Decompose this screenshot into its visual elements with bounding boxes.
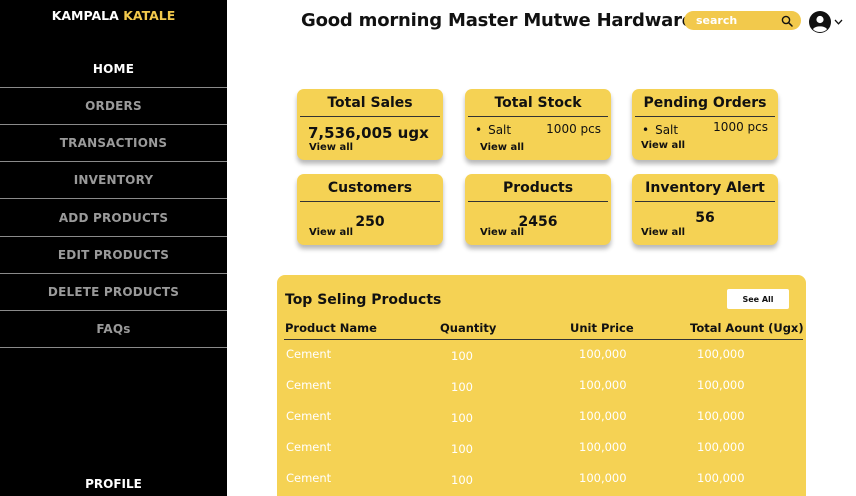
column-header-total-amount: Total Aount (Ugx) [690,321,804,335]
cell-product-name: Cement [286,440,332,454]
view-all-link[interactable]: View all [641,227,685,238]
card-total-stock: Total Stock • Salt 1000 pcs View all [465,89,611,160]
table-header-divider [284,339,803,340]
cell-unit-price: 100,000 [579,409,627,423]
cell-unit-price: 100,000 [579,471,627,485]
sidebar-item-label: INVENTORY [73,173,154,187]
card-divider [468,116,608,117]
card-title: Inventory Alert [645,180,765,196]
user-menu[interactable] [808,10,843,34]
card-item: • Salt [642,123,678,137]
cell-total: 100,000 [697,440,745,454]
card-title: Products [502,180,574,196]
column-header-quantity: Quantity [440,321,497,335]
cell-unit-price: 100,000 [579,347,627,361]
card-item-quantity: 1000 pcs [546,122,601,136]
sidebar-item-label: FAQs [96,322,131,336]
cell-quantity: 100 [451,380,473,394]
see-all-button[interactable]: See All [727,289,789,309]
search-input[interactable] [696,14,768,27]
sidebar-item-transactions[interactable]: TRANSACTIONS [0,125,227,162]
card-divider [300,116,440,117]
card-divider [468,201,608,202]
sidebar-item-label: EDIT PRODUCTS [57,248,170,262]
cell-total: 100,000 [697,471,745,485]
sidebar-item-label: HOME [92,62,135,76]
card-total-sales: Total Sales 7,536,005 ugx View all [297,89,443,160]
cell-total: 100,000 [697,378,745,392]
column-header-product-name: Product Name [285,321,377,335]
sidebar-item-label: ORDERS [85,99,142,113]
top-selling-panel: Top Seling Products See All Product Name… [277,275,806,496]
view-all-link[interactable]: View all [309,227,353,238]
cell-unit-price: 100,000 [579,440,627,454]
column-header-unit-price: Unit Price [570,321,634,335]
card-divider [635,201,775,202]
cell-product-name: Cement [286,409,332,423]
bullet: • [642,123,650,137]
cell-quantity: 100 [451,473,473,487]
sidebar-item-orders[interactable]: ORDERS [0,88,227,125]
user-avatar-icon[interactable] [808,10,832,34]
bullet: • [475,123,483,137]
sidebar-item-label: DELETE PRODUCTS [47,285,180,299]
sidebar-item-label: TRANSACTIONS [59,136,168,150]
sidebar-item-faqs[interactable]: FAQs [0,311,227,348]
sidebar: KAMPALA KATALE HOME ORDERS TRANSACTIONS … [0,0,227,496]
card-title: Total Sales [327,95,413,111]
view-all-link[interactable]: View all [480,227,524,238]
card-value: 7,536,005 ugx [308,124,429,142]
search-icon[interactable] [781,15,793,27]
page-title: Good morning Master Mutwe Hardware, [301,10,701,31]
brand-name: KAMPALA [51,8,119,23]
cell-product-name: Cement [286,471,332,485]
cell-quantity: 100 [451,442,473,456]
card-divider [635,116,775,117]
sidebar-item-label: ADD PRODUCTS [58,211,169,225]
cell-product-name: Cement [286,347,332,361]
card-divider [300,201,440,202]
panel-title: Top Seling Products [285,292,442,308]
cell-quantity: 100 [451,349,473,363]
view-all-link[interactable]: View all [641,140,685,151]
card-item-quantity: 1000 pcs [713,120,768,134]
cell-total: 100,000 [697,409,745,423]
card-value: 56 [695,210,715,226]
sidebar-item-profile[interactable]: PROFILE [0,477,227,491]
sidebar-item-edit-products[interactable]: EDIT PRODUCTS [0,237,227,274]
card-customers: Customers 250 View all [297,174,443,245]
cell-unit-price: 100,000 [579,378,627,392]
card-products: Products 2456 View all [465,174,611,245]
card-title: Pending Orders [643,95,767,111]
sidebar-item-home[interactable]: HOME [0,51,227,88]
cell-product-name: Cement [286,378,332,392]
sidebar-item-add-products[interactable]: ADD PRODUCTS [0,200,227,237]
card-title: Customers [327,180,413,196]
brand-logo: KAMPALA KATALE [0,8,227,23]
view-all-link[interactable]: View all [480,142,524,153]
search-bar[interactable] [684,11,801,30]
sidebar-item-inventory[interactable]: INVENTORY [0,162,227,199]
cell-quantity: 100 [451,411,473,425]
view-all-link[interactable]: View all [309,142,353,153]
brand-name-accent: KATALE [123,8,176,23]
card-pending-orders: Pending Orders • Salt 1000 pcs View all [632,89,778,160]
card-item-name: Salt [488,123,512,137]
sidebar-item-delete-products[interactable]: DELETE PRODUCTS [0,274,227,311]
card-title: Total Stock [494,95,582,111]
chevron-down-icon[interactable] [834,19,843,25]
cell-total: 100,000 [697,347,745,361]
card-inventory-alert: Inventory Alert 56 View all [632,174,778,245]
card-item-name: Salt [655,123,679,137]
card-item: • Salt [475,123,511,137]
